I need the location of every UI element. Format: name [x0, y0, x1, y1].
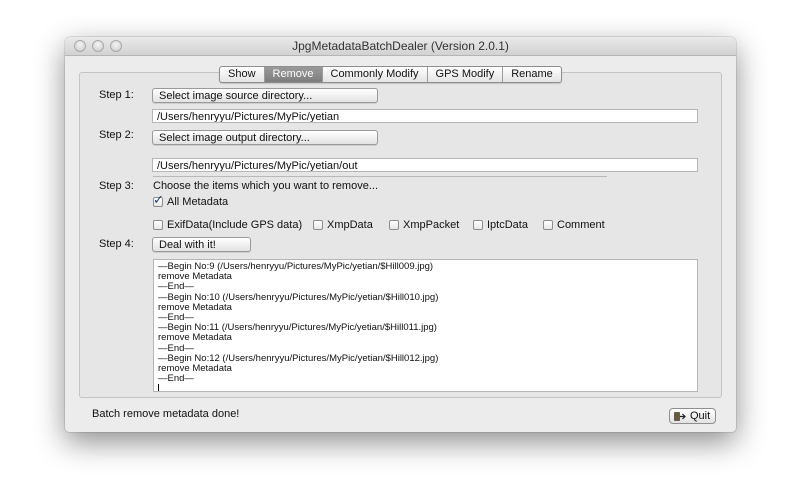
checkbox-box[interactable]	[313, 220, 323, 230]
xmppacket-checkbox[interactable]: XmpPacket	[389, 219, 459, 231]
checkbox-box[interactable]	[543, 220, 553, 230]
quit-icon	[674, 411, 686, 421]
status-text: Batch remove metadata done!	[92, 408, 240, 420]
tab-bar: Show Remove Commonly Modify GPS Modify R…	[219, 66, 562, 83]
quit-label: Quit	[690, 410, 711, 422]
options-divider	[153, 176, 607, 177]
step3-label: Step 3:	[99, 180, 134, 192]
output-path-field[interactable]: /Users/henryyu/Pictures/MyPic/yetian/out	[152, 158, 698, 172]
select-source-button[interactable]: Select image source directory...	[152, 88, 378, 103]
iptcdata-checkbox[interactable]: IptcData	[473, 219, 528, 231]
xmpdata-checkbox[interactable]: XmpData	[313, 219, 373, 231]
log-line: remove Metadata	[158, 271, 232, 283]
log-line: remove Metadata	[158, 332, 232, 344]
step1-label: Step 1:	[99, 89, 134, 101]
log-line: —Begin No:11 (/Users/henryyu/Pictures/My…	[158, 322, 437, 334]
exifdata-checkbox[interactable]: ExifData(Include GPS data)	[153, 219, 302, 231]
log-line: remove Metadata	[158, 363, 232, 375]
checkbox-box[interactable]	[153, 220, 163, 230]
step2-label: Step 2:	[99, 129, 134, 141]
iptcdata-label: IptcData	[487, 219, 528, 231]
xmppacket-label: XmpPacket	[403, 219, 460, 231]
tab-gps-modify[interactable]: GPS Modify	[428, 67, 504, 82]
all-metadata-label: All Metadata	[167, 196, 229, 208]
tab-commonly-modify[interactable]: Commonly Modify	[323, 67, 428, 82]
deal-with-it-button[interactable]: Deal with it!	[152, 237, 251, 252]
window-title: JpgMetadataBatchDealer (Version 2.0.1)	[292, 39, 509, 53]
log-line: remove Metadata	[158, 301, 232, 313]
select-output-button[interactable]: Select image output directory...	[152, 130, 378, 145]
log-line: —End—	[158, 373, 194, 385]
log-textarea[interactable]: —Begin No:9 (/Users/henryyu/Pictures/MyP…	[153, 259, 698, 392]
quit-button[interactable]: Quit	[669, 408, 717, 424]
xmpdata-label: XmpData	[327, 219, 373, 231]
source-path-field[interactable]: /Users/henryyu/Pictures/MyPic/yetian	[152, 109, 698, 123]
step4-label: Step 4:	[99, 238, 134, 250]
step3-instruction: Choose the items which you want to remov…	[153, 180, 378, 192]
checkmark-icon: ✓	[153, 192, 164, 207]
tab-rename[interactable]: Rename	[503, 67, 561, 82]
checkbox-box[interactable]	[473, 220, 483, 230]
all-metadata-checkbox[interactable]: ✓ All Metadata	[153, 193, 229, 208]
tab-show[interactable]: Show	[220, 67, 265, 82]
log-line: —Begin No:9 (/Users/henryyu/Pictures/MyP…	[158, 261, 434, 272]
comment-checkbox[interactable]: Comment	[543, 219, 605, 231]
checkbox-box[interactable]: ✓	[153, 193, 164, 207]
exifdata-label: ExifData(Include GPS data)	[167, 219, 303, 231]
log-line: —Begin No:12 (/Users/henryyu/Pictures/My…	[158, 352, 439, 364]
checkbox-box[interactable]	[389, 220, 399, 230]
tab-remove[interactable]: Remove	[264, 67, 323, 82]
text-caret	[158, 384, 693, 391]
log-line: —Begin No:10 (/Users/henryyu/Pictures/My…	[158, 291, 439, 303]
title-bar[interactable]: JpgMetadataBatchDealer (Version 2.0.1)	[65, 37, 736, 56]
comment-label: Comment	[557, 219, 605, 231]
